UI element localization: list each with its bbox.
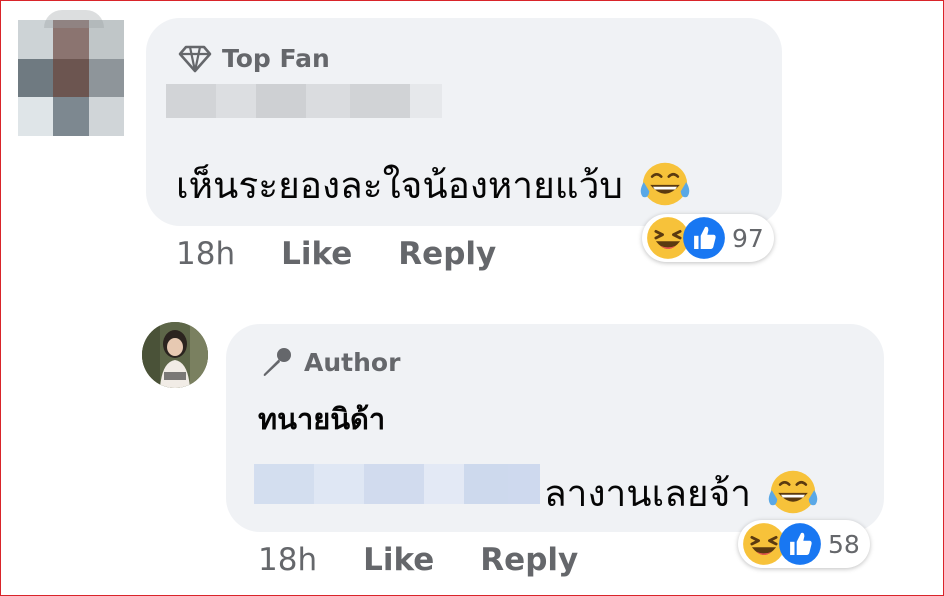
- top-fan-badge: Top Fan: [178, 44, 330, 73]
- author-photo: [142, 322, 208, 388]
- comment-text: เห็นระยองละใจน้องหายแว้บ: [176, 156, 693, 215]
- reply-text-body: ลางานเลยจ้า: [544, 472, 752, 515]
- comment-bubble: Top Fan เห็นระยองละใจน้องหายแว้บ: [146, 18, 782, 226]
- reactions-summary[interactable]: 97: [642, 214, 774, 262]
- badge-label: Top Fan: [222, 44, 330, 73]
- reaction-count: 97: [732, 223, 764, 253]
- reply-button[interactable]: Reply: [398, 236, 496, 272]
- like-button[interactable]: Like: [281, 236, 352, 272]
- diamond-icon: [178, 45, 212, 72]
- blurred-commenter-name[interactable]: [166, 84, 442, 118]
- laughing-tears-emoji-icon: [637, 160, 693, 208]
- comment-text-body: เห็นระยองละใจน้องหายแว้บ: [176, 164, 623, 207]
- reaction-count: 58: [828, 529, 860, 559]
- comment-timestamp[interactable]: 18h: [176, 236, 235, 272]
- reactions-summary[interactable]: 58: [738, 520, 870, 568]
- like-reaction-icon: [778, 522, 822, 566]
- reply-bubble: Author ทนายนิด้า ลางานเลยจ้า: [226, 324, 884, 532]
- comment-actions: 18h Like Reply: [176, 236, 542, 272]
- blurred-mention[interactable]: [254, 464, 540, 504]
- laughing-tears-emoji-icon: [765, 468, 821, 516]
- reply-timestamp[interactable]: 18h: [258, 542, 317, 578]
- like-button[interactable]: Like: [363, 542, 434, 578]
- badge-label: Author: [304, 347, 401, 377]
- author-name[interactable]: ทนายนิด้า: [258, 396, 385, 442]
- commenter-avatar[interactable]: [18, 20, 124, 136]
- like-reaction-icon: [682, 216, 726, 260]
- reply-text: ลางานเลยจ้า: [544, 464, 821, 523]
- author-avatar[interactable]: [142, 322, 208, 388]
- microphone-icon: [263, 348, 291, 376]
- reply-button[interactable]: Reply: [480, 542, 578, 578]
- author-badge: Author: [260, 346, 400, 378]
- reply-actions: 18h Like Reply: [258, 542, 624, 578]
- avatar-edge: [44, 10, 104, 28]
